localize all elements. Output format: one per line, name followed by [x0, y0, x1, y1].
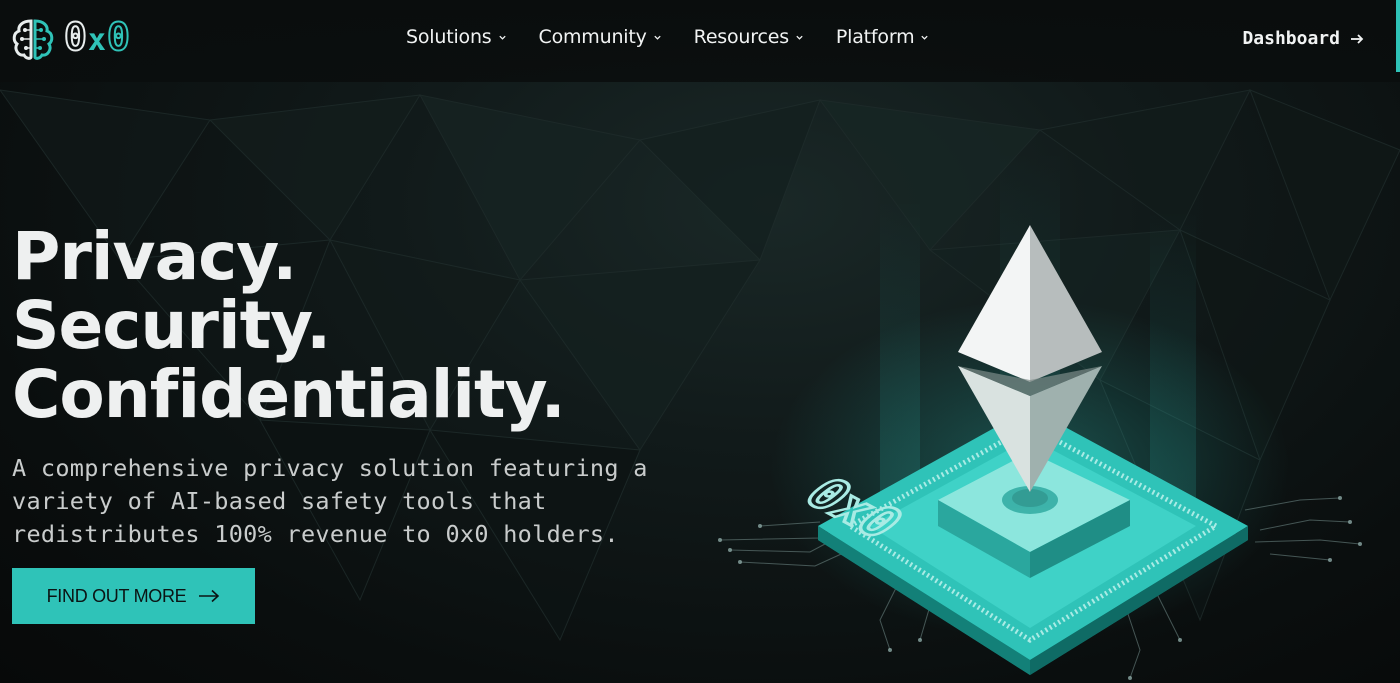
arrow-right-icon	[199, 589, 220, 603]
hero-illustration: 0x0	[700, 200, 1380, 683]
wordmark-left: 0	[63, 14, 88, 60]
hero-title: Privacy. Security. Confidentiality.	[12, 218, 566, 433]
nav-item-label: Solutions	[406, 26, 492, 48]
brain-icon	[12, 19, 54, 60]
main-nav: Solutions Community Resources Platform	[406, 26, 929, 48]
chevron-down-icon	[921, 35, 929, 40]
nav-item-platform[interactable]: Platform	[836, 26, 930, 48]
cta-label: FIND OUT MORE	[46, 585, 187, 606]
brand-logo[interactable]: 0x0	[10, 14, 131, 63]
nav-item-label: Community	[538, 26, 647, 48]
nav-item-label: Platform	[835, 26, 915, 48]
dashboard-link[interactable]: Dashboard	[1242, 28, 1364, 49]
brand-wordmark: 0x0	[63, 14, 131, 63]
scrollbar-thumb[interactable]	[1396, 0, 1400, 72]
dashboard-label: Dashboard	[1242, 28, 1340, 49]
nav-item-label: Resources	[693, 26, 789, 48]
hero-title-line: Privacy.	[12, 218, 297, 295]
chevron-down-icon	[654, 35, 661, 40]
hero-title-line: Security.	[12, 287, 331, 364]
chevron-down-icon	[796, 35, 803, 40]
wordmark-right: 0	[106, 14, 131, 60]
chevron-down-icon	[498, 35, 506, 40]
nav-item-resources[interactable]: Resources	[694, 26, 804, 48]
find-out-more-button[interactable]: FIND OUT MORE	[12, 568, 255, 624]
nav-item-community[interactable]: Community	[539, 26, 662, 48]
hero-title-line: Confidentiality.	[12, 356, 566, 433]
site-header: 0x0 Solutions Community Resources Platfo…	[0, 0, 1400, 82]
arrow-right-icon	[1351, 33, 1364, 44]
nav-item-solutions[interactable]: Solutions	[406, 26, 507, 48]
hero-subtitle: A comprehensive privacy solution featuri…	[12, 454, 648, 548]
wordmark-mid: x	[87, 23, 107, 58]
